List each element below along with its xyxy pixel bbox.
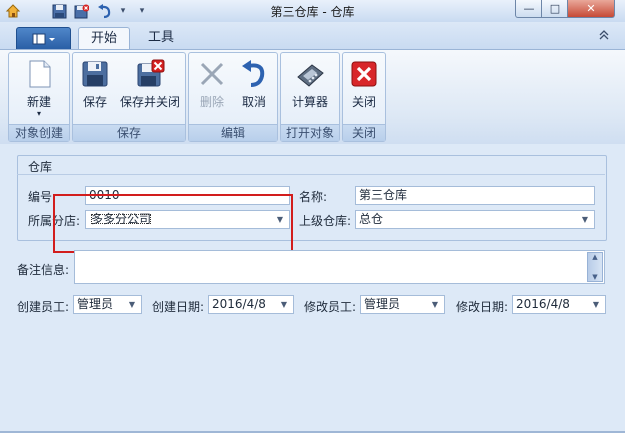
new-button[interactable]: 新建 ▾ xyxy=(13,57,65,118)
close-window-button[interactable]: ✕ xyxy=(567,0,615,18)
modified-date-picker[interactable]: 2016/4/8 ▼ xyxy=(512,295,606,314)
cancel-button-label: 取消 xyxy=(241,95,266,109)
save-close-icon xyxy=(135,59,165,89)
minimize-icon: — xyxy=(523,2,535,15)
remarks-textarea[interactable] xyxy=(74,250,605,284)
modified-date-value: 2016/4/8 xyxy=(516,297,570,311)
modifier-select[interactable]: 管理员 ▼ xyxy=(360,295,445,314)
creator-label: 创建员工: xyxy=(17,300,70,314)
calculator-button-label: 计算器 xyxy=(291,95,328,109)
created-date-picker[interactable]: 2016/4/8 ▼ xyxy=(208,295,294,314)
ribbon-collapse-icon[interactable] xyxy=(599,30,609,43)
highlight-box xyxy=(53,194,293,253)
group-label-close: 关闭 xyxy=(343,124,385,141)
group-edit: 删除 取消 编辑 xyxy=(188,52,278,142)
section-divider xyxy=(17,174,605,175)
save-button[interactable]: 保存 xyxy=(77,57,113,110)
delete-button[interactable]: 删除 xyxy=(193,57,231,110)
application-menu-icon xyxy=(32,33,55,44)
new-button-label: 新建 xyxy=(26,95,51,109)
group-label-save: 保存 xyxy=(73,124,185,141)
tab-start[interactable]: 开始 xyxy=(78,27,130,50)
modifier-value: 管理员 xyxy=(364,297,401,311)
created-date-label: 创建日期: xyxy=(152,300,205,314)
group-close: 关闭 关闭 xyxy=(342,52,386,142)
code-label: 编号: xyxy=(28,190,57,204)
parent-warehouse-label: 上级仓库: xyxy=(299,214,352,228)
chevron-down-icon[interactable]: ▼ xyxy=(428,296,442,313)
new-dropdown-icon: ▾ xyxy=(36,109,41,118)
red-close-icon xyxy=(349,59,379,89)
floppy-save-icon xyxy=(80,59,110,89)
group-open-object: 计算器 打开对象 xyxy=(280,52,340,142)
parent-warehouse-select[interactable]: 总仓 ▼ xyxy=(355,210,595,229)
modified-date-label: 修改日期: xyxy=(456,300,509,314)
close-button[interactable]: 关闭 xyxy=(345,57,383,110)
save-and-close-label: 保存并关闭 xyxy=(119,95,180,109)
cancel-button[interactable]: 取消 xyxy=(235,57,273,110)
chevron-down-icon[interactable]: ▼ xyxy=(277,296,291,313)
group-label-edit: 编辑 xyxy=(189,124,277,141)
maximize-icon: □ xyxy=(549,2,561,15)
chevron-down-icon[interactable]: ▼ xyxy=(125,296,139,313)
save-and-close-button[interactable]: 保存并关闭 xyxy=(117,57,183,110)
group-object-create: 新建 ▾ 对象创建 xyxy=(8,52,70,142)
application-menu-button[interactable] xyxy=(16,27,71,50)
delete-x-icon xyxy=(197,59,227,89)
tab-tools[interactable]: 工具 xyxy=(138,27,184,49)
chevron-down-icon[interactable]: ▼ xyxy=(589,296,603,313)
group-label-open-object: 打开对象 xyxy=(281,124,339,141)
chevron-down-icon[interactable]: ▼ xyxy=(578,211,592,228)
remarks-scrollbar[interactable]: ▲ ▼ xyxy=(587,252,603,282)
section-title: 仓库 xyxy=(28,160,53,174)
created-date-value: 2016/4/8 xyxy=(212,297,266,311)
parent-warehouse-value: 总仓 xyxy=(359,212,384,226)
undo-arrow-icon xyxy=(239,59,269,89)
name-label: 名称: xyxy=(299,190,328,204)
group-save: 保存 保存并关闭 保存 xyxy=(72,52,186,142)
scroll-down-icon[interactable]: ▼ xyxy=(592,273,597,281)
group-label-object-create: 对象创建 xyxy=(9,124,69,141)
remarks-label: 备注信息: xyxy=(17,263,70,277)
delete-button-label: 删除 xyxy=(199,95,224,109)
creator-select[interactable]: 管理员 ▼ xyxy=(73,295,142,314)
scroll-up-icon[interactable]: ▲ xyxy=(592,253,597,261)
name-field[interactable]: 第三仓库 xyxy=(355,186,595,205)
calculator-button[interactable]: 计算器 xyxy=(285,57,335,110)
minimize-button[interactable]: — xyxy=(515,0,543,18)
maximize-button[interactable]: □ xyxy=(541,0,569,18)
modifier-label: 修改员工: xyxy=(304,300,357,314)
save-button-label: 保存 xyxy=(82,95,107,109)
creator-value: 管理员 xyxy=(77,297,114,311)
close-icon: ✕ xyxy=(586,2,596,15)
new-document-icon xyxy=(24,59,54,89)
calculator-icon xyxy=(295,59,325,89)
close-button-label: 关闭 xyxy=(351,95,376,109)
